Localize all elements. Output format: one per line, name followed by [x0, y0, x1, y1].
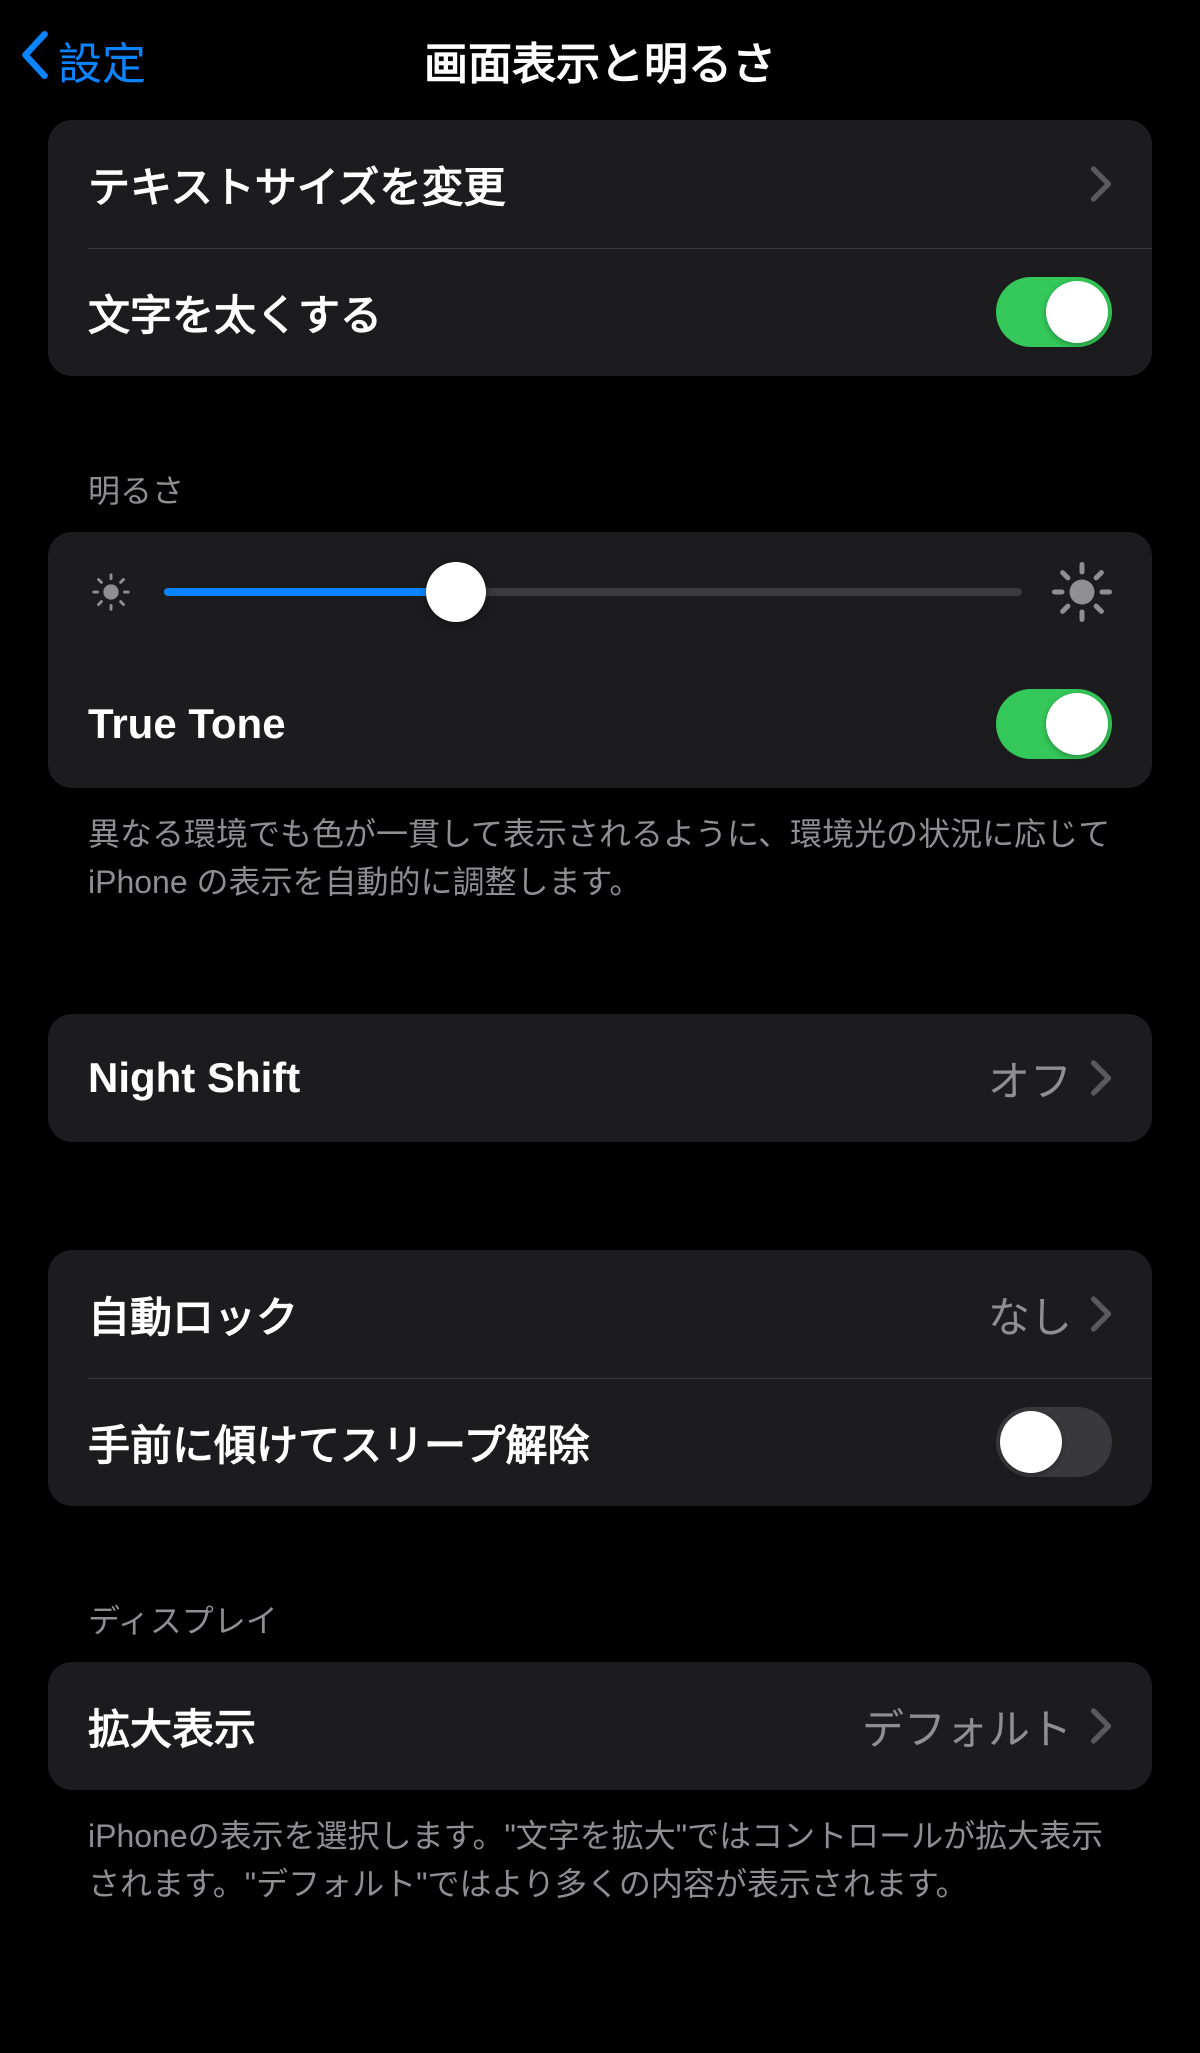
- bold-text-label: 文字を太くする: [88, 282, 382, 343]
- back-button[interactable]: 設定: [20, 28, 146, 92]
- true-tone-label: True Tone: [88, 700, 286, 748]
- chevron-right-icon: [1090, 166, 1112, 202]
- row-bold-text: 文字を太くする: [48, 248, 1152, 376]
- bold-text-toggle[interactable]: [996, 277, 1112, 347]
- text-size-label: テキストサイズを変更: [88, 154, 505, 215]
- auto-lock-value: なし: [988, 1284, 1072, 1345]
- section-header-display: ディスプレイ: [48, 1596, 1152, 1642]
- group-auto-lock: 自動ロック なし 手前に傾けてスリープ解除: [48, 1250, 1152, 1506]
- slider-fill: [164, 588, 456, 596]
- display-zoom-description: iPhoneの表示を選択します。"文字を拡大"ではコントロールが拡大表示されます…: [48, 1790, 1152, 1908]
- group-text: テキストサイズを変更 文字を太くする: [48, 120, 1152, 376]
- night-shift-label: Night Shift: [88, 1054, 300, 1102]
- back-label: 設定: [58, 28, 146, 92]
- row-night-shift[interactable]: Night Shift オフ: [48, 1014, 1152, 1142]
- chevron-right-icon: [1090, 1060, 1112, 1096]
- section-header-brightness: 明るさ: [48, 466, 1152, 512]
- slider-thumb[interactable]: [426, 562, 486, 622]
- raise-to-wake-label: 手前に傾けてスリープ解除: [88, 1412, 589, 1473]
- raise-to-wake-toggle[interactable]: [996, 1407, 1112, 1477]
- brightness-slider[interactable]: [164, 588, 1022, 596]
- group-display-zoom: 拡大表示 デフォルト: [48, 1662, 1152, 1790]
- true-tone-description: 異なる環境でも色が一貫して表示されるように、環境光の状況に応じて iPhone …: [48, 788, 1152, 906]
- night-shift-value: オフ: [988, 1048, 1072, 1109]
- chevron-right-icon: [1090, 1296, 1112, 1332]
- row-display-zoom[interactable]: 拡大表示 デフォルト: [48, 1662, 1152, 1790]
- true-tone-toggle[interactable]: [996, 689, 1112, 759]
- group-night-shift: Night Shift オフ: [48, 1014, 1152, 1142]
- row-raise-to-wake: 手前に傾けてスリープ解除: [48, 1378, 1152, 1506]
- chevron-left-icon: [20, 31, 58, 90]
- auto-lock-label: 自動ロック: [88, 1284, 298, 1345]
- brightness-low-icon: [88, 569, 134, 615]
- navigation-bar: 設定 画面表示と明るさ: [0, 0, 1200, 120]
- group-brightness: True Tone: [48, 532, 1152, 788]
- chevron-right-icon: [1090, 1708, 1112, 1744]
- row-brightness-slider: [48, 532, 1152, 660]
- row-auto-lock[interactable]: 自動ロック なし: [48, 1250, 1152, 1378]
- display-zoom-label: 拡大表示: [88, 1696, 256, 1757]
- row-true-tone: True Tone: [48, 660, 1152, 788]
- page-title: 画面表示と明るさ: [424, 28, 776, 92]
- display-zoom-value: デフォルト: [862, 1696, 1072, 1757]
- row-text-size[interactable]: テキストサイズを変更: [48, 120, 1152, 248]
- brightness-high-icon: [1052, 562, 1112, 622]
